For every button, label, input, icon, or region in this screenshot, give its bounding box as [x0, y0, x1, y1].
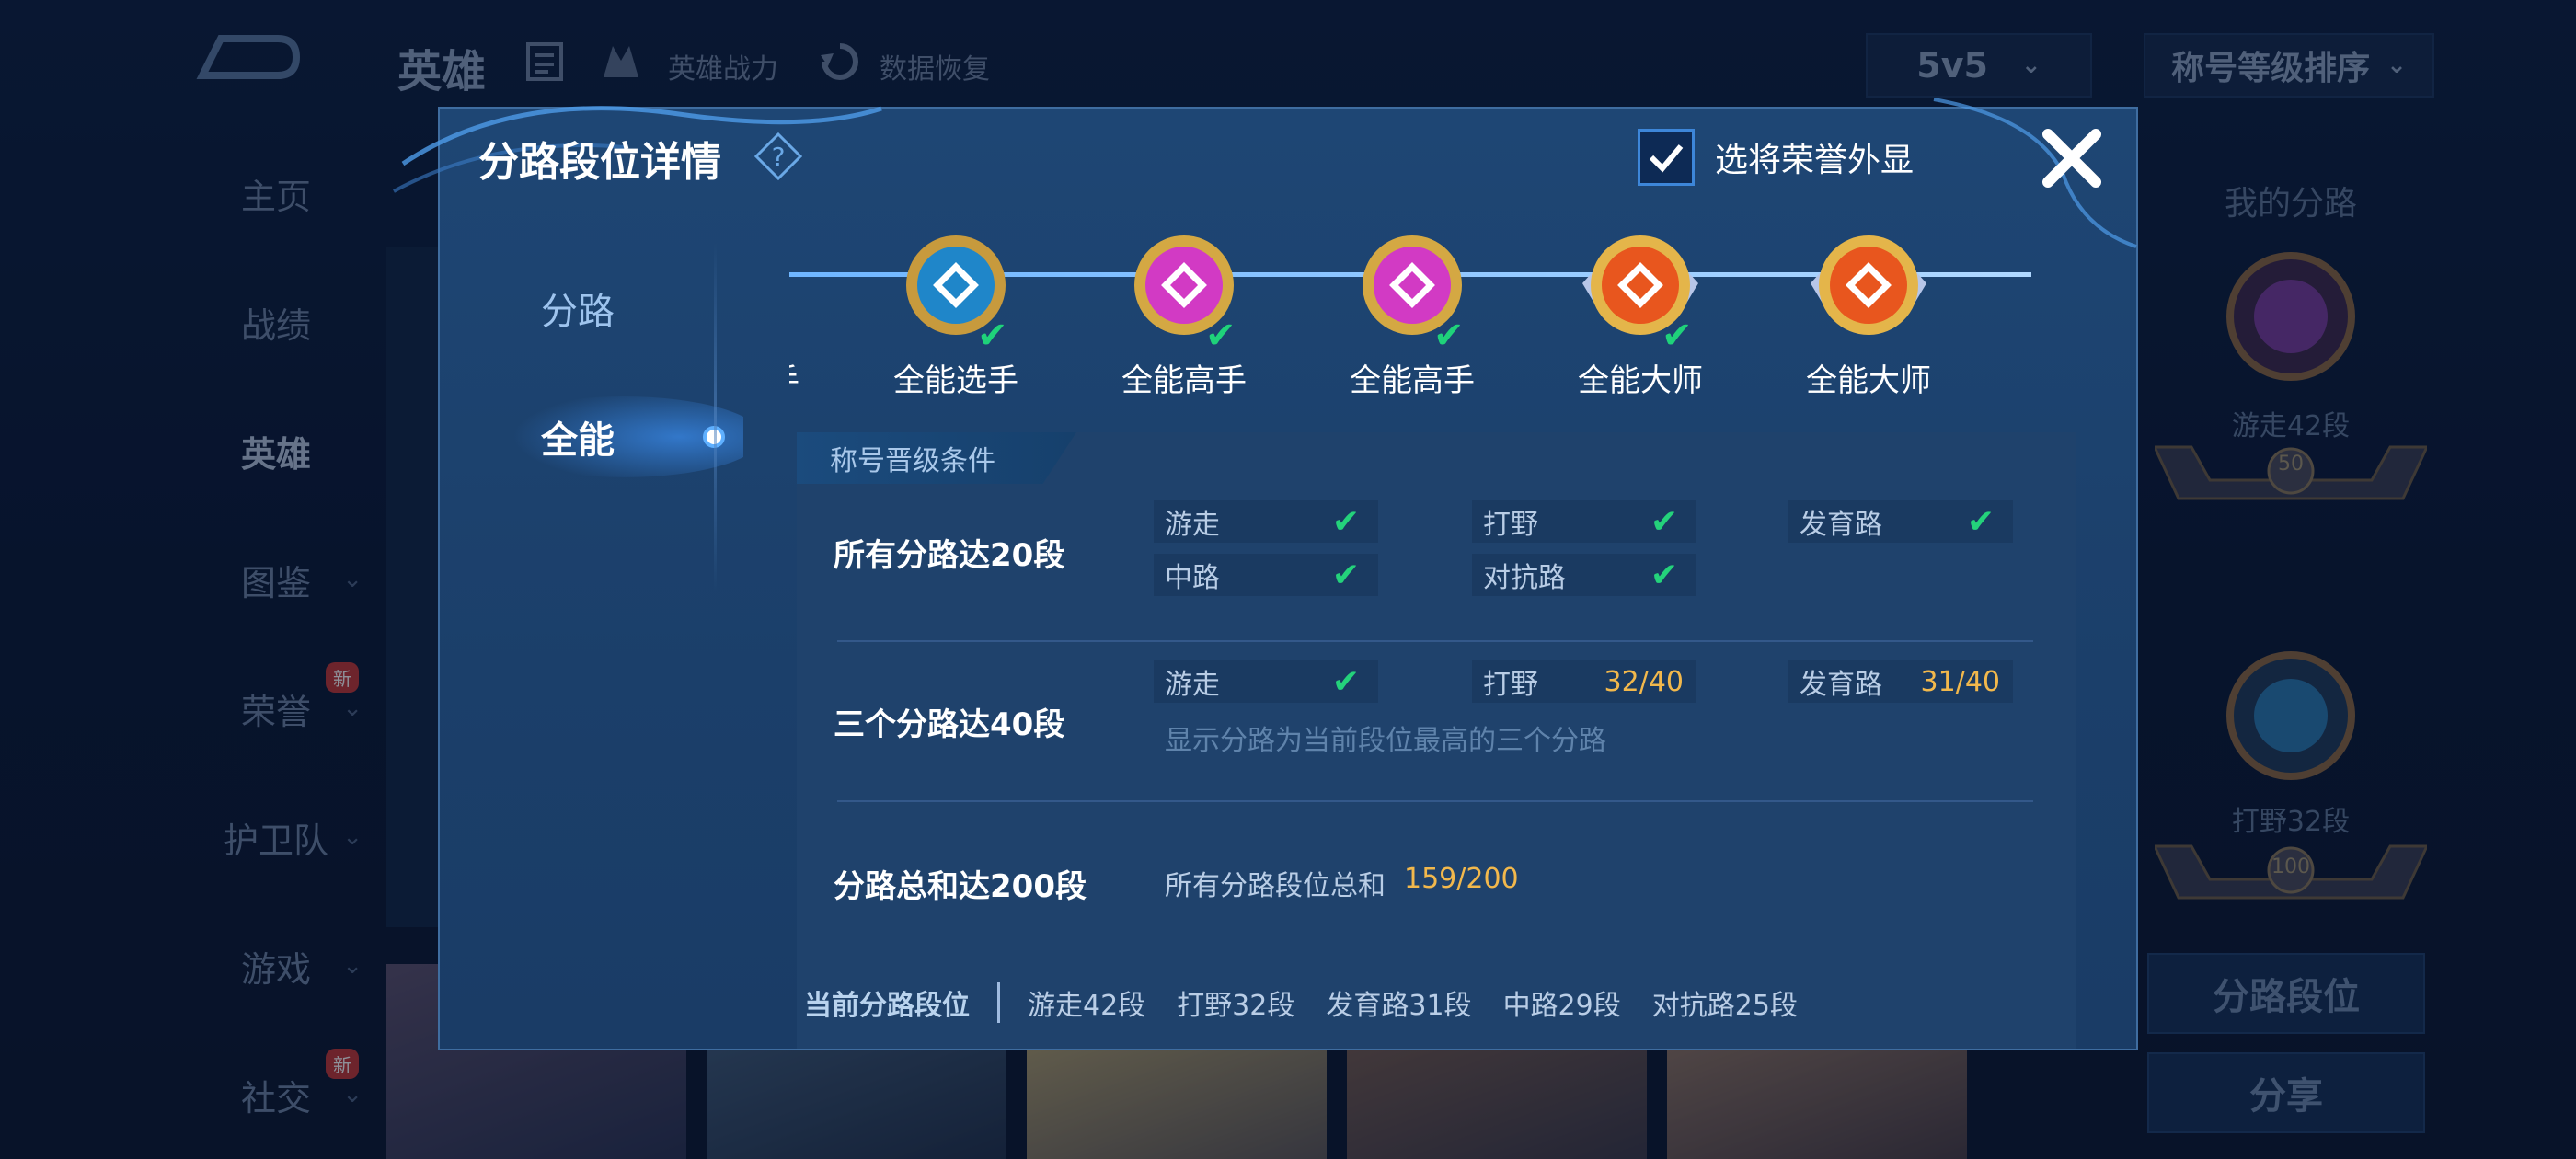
medal-name: 全能大师: [1806, 362, 1931, 399]
lane-chip: 发育路 ✔: [1788, 500, 2013, 543]
condition-title: 分路总和达200段: [834, 868, 1087, 905]
completed-check-icon: ✔: [1433, 315, 1465, 357]
check-icon: ✔: [1331, 502, 1360, 541]
lane-chip: 打野 ✔: [1472, 500, 1696, 543]
lane-chip-label: 对抗路: [1483, 562, 1566, 594]
medal-icon: [1811, 235, 1926, 335]
close-icon[interactable]: [2035, 121, 2109, 195]
medal-name: 全能选手: [789, 355, 815, 400]
lane-chip: 游走 ✔: [1154, 500, 1378, 543]
promotion-conditions-panel: 称号晋级条件 所有分路达20段 游走 ✔ 打野 ✔ 发育路 ✔ 中路 ✔ 对抗路…: [797, 432, 2076, 1049]
medal-item[interactable]: ✔ 全能高手: [1334, 228, 1490, 412]
lane-chip-label: 发育路: [1800, 509, 1882, 541]
medal-item[interactable]: 全能大师: [1790, 228, 1947, 412]
total-progress: 159/200: [1404, 863, 1519, 895]
modal-title: 分路段位详情: [478, 139, 721, 186]
lane-chip-label: 打野: [1483, 509, 1538, 541]
medal-icon: [789, 228, 797, 348]
check-icon: ✔: [1966, 502, 1995, 541]
total-label: 所有分路段位总和: [1165, 870, 1386, 902]
completed-check-icon: ✔: [1662, 315, 1693, 357]
lane-progress: 31/40: [1920, 665, 2000, 698]
lane-rank-item: 中路29段: [1502, 990, 1621, 1022]
conditions-tab-label: 称号晋级条件: [797, 432, 1076, 484]
tab-allround[interactable]: 全能: [477, 396, 679, 478]
lane-rank-modal: 分路段位详情 ? 选将荣誉外显 分路 全能 ✔ 全能选手 ✔ 全能高手 ✔ 全能…: [393, 98, 2138, 1050]
completed-check-icon: ✔: [1205, 315, 1236, 357]
footer-divider: [997, 982, 1000, 1023]
medal-name: 全能高手: [1350, 362, 1475, 399]
medal-name: 全能选手: [893, 362, 1018, 399]
completed-check-icon: ✔: [977, 315, 1008, 357]
lane-rank-item: 游走42段: [1028, 990, 1146, 1022]
medal-item[interactable]: ✔ 全能选手: [789, 228, 815, 412]
honor-display-toggle[interactable]: 选将荣誉外显: [1638, 129, 1914, 186]
medal-name: 全能高手: [1121, 362, 1247, 399]
lane-chip: 中路 ✔: [1154, 554, 1378, 596]
lane-chip-label: 发育路: [1800, 669, 1882, 701]
honor-display-label: 选将荣誉外显: [1715, 142, 1915, 179]
check-icon: ✔: [1331, 556, 1360, 594]
lane-chip-label: 游走: [1165, 509, 1220, 541]
svg-text:?: ?: [772, 142, 786, 172]
help-icon[interactable]: ?: [753, 131, 804, 182]
lane-chip: 打野 32/40: [1472, 660, 1696, 703]
lane-chip-label: 打野: [1483, 669, 1538, 701]
medal-item[interactable]: ✔ 全能选手: [878, 228, 1034, 412]
lane-chip-label: 游走: [1165, 669, 1220, 701]
lane-rank-item: 打野32段: [1177, 990, 1295, 1022]
lane-progress: 32/40: [1604, 665, 1684, 698]
lane-chip-label: 中路: [1165, 562, 1220, 594]
row-divider: [837, 800, 2033, 802]
lane-rank-item: 对抗路25段: [1651, 990, 1798, 1022]
row-divider: [837, 640, 2033, 642]
lane-chip: 对抗路 ✔: [1472, 554, 1696, 596]
tab-lane[interactable]: 分路: [477, 267, 679, 350]
check-icon: ✔: [1331, 662, 1360, 701]
lane-chip: 发育路 31/40: [1788, 660, 2013, 703]
condition-title: 三个分路达40段: [834, 706, 1065, 743]
current-rank-title: 当前分路段位: [804, 990, 970, 1022]
check-icon: ✔: [1650, 556, 1678, 594]
tab-divider: [714, 243, 717, 592]
check-icon: [1649, 144, 1684, 173]
lane-rank-item: 发育路31段: [1326, 990, 1472, 1022]
condition-title: 所有分路达20段: [834, 537, 1065, 574]
honor-checkbox[interactable]: [1638, 129, 1695, 186]
condition-hint: 显示分路为当前段位最高的三个分路: [1165, 725, 1606, 757]
medal-name: 全能大师: [1578, 362, 1703, 399]
current-rank-bar: 当前分路段位 游走42段 打野32段 发育路31段 中路29段 对抗路25段: [804, 975, 1829, 1030]
lane-chip: 游走 ✔: [1154, 660, 1378, 703]
check-icon: ✔: [1650, 502, 1678, 541]
medal-item[interactable]: ✔ 全能大师: [1562, 228, 1719, 412]
medal-item[interactable]: ✔ 全能高手: [1106, 228, 1262, 412]
title-medal-track: ✔ 全能选手 ✔ 全能选手 ✔ 全能高手: [789, 210, 2077, 412]
